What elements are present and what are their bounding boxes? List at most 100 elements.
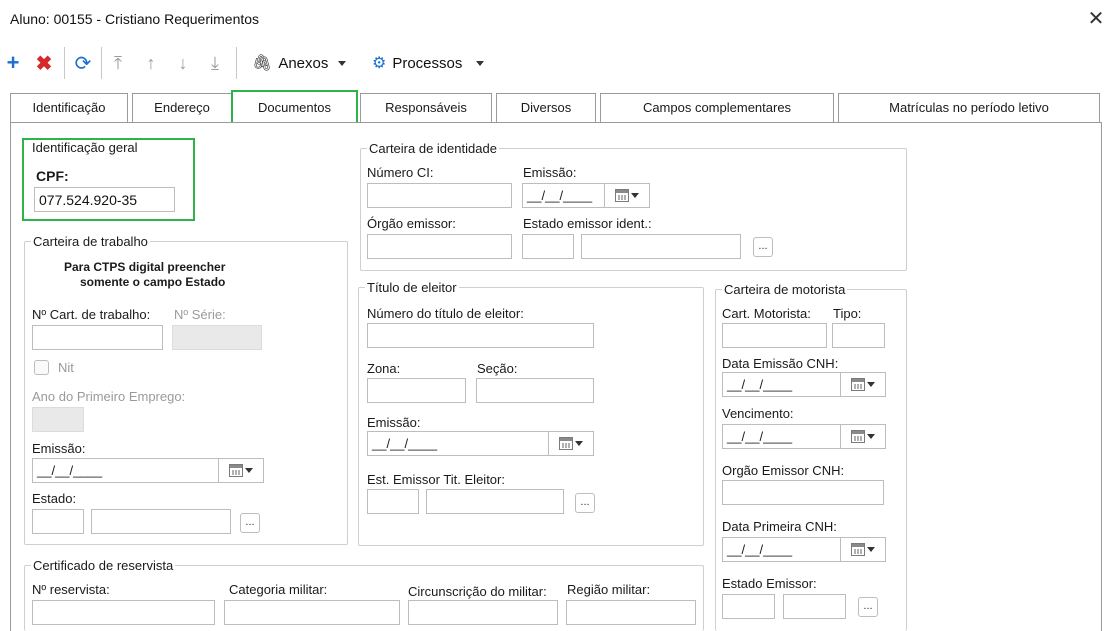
cnh-tipo-input[interactable]	[832, 323, 885, 348]
secao-label: Seção:	[477, 361, 518, 376]
titulo-emissao-value[interactable]: __/__/____	[367, 431, 548, 456]
calendar-button[interactable]	[840, 372, 886, 397]
zona-input[interactable]	[367, 378, 466, 403]
ctps-estado-name-input[interactable]	[91, 509, 231, 534]
gear-icon: ⚙	[372, 55, 387, 72]
titulo-emissao-label: Emissão:	[367, 415, 421, 430]
calendar-icon	[229, 464, 243, 477]
calendar-button[interactable]	[604, 183, 650, 208]
cnh-data-emissao-value[interactable]: __/__/____	[722, 372, 840, 397]
ci-estado-input[interactable]	[522, 234, 574, 259]
ctps-emissao-date[interactable]: __/__/____	[32, 458, 264, 483]
close-icon[interactable]: ✕	[1084, 6, 1108, 32]
carteira-identidade-legend: Carteira de identidade	[369, 141, 497, 156]
ctps-number-label: Nº Cart. de trabalho:	[32, 307, 151, 322]
calendar-icon	[559, 437, 573, 450]
ci-estado-name-input[interactable]	[581, 234, 741, 259]
ci-emissao-value[interactable]: __/__/____	[522, 183, 604, 208]
tab-documentos[interactable]: Documentos	[231, 90, 358, 124]
ci-emissao-label: Emissão:	[523, 165, 577, 180]
titulo-numero-input[interactable]	[367, 323, 594, 348]
cnh-orgao-input[interactable]	[722, 480, 884, 505]
cnh-estado-label: Estado Emissor:	[722, 576, 817, 591]
paperclip-icon: 🖇	[252, 55, 273, 72]
calendar-icon	[851, 543, 865, 556]
tab-campos-complementares[interactable]: Campos complementares	[600, 93, 834, 123]
arrow-down-icon[interactable]: ↓	[172, 50, 194, 76]
cnh-primeira-value[interactable]: __/__/____	[722, 537, 840, 562]
regiao-militar-input[interactable]	[566, 600, 696, 625]
tab-matriculas[interactable]: Matrículas no período letivo	[838, 93, 1100, 123]
cnh-data-emissao-date[interactable]: __/__/____	[722, 372, 886, 397]
titulo-est-lookup-button[interactable]: ...	[575, 493, 595, 513]
chevron-down-icon	[867, 547, 875, 552]
chevron-down-icon	[631, 193, 639, 198]
tab-responsaveis[interactable]: Responsáveis	[360, 93, 492, 123]
cnh-data-emissao-label: Data Emissão CNH:	[722, 356, 839, 371]
titulo-est-name-input[interactable]	[426, 489, 564, 514]
arrow-up-icon[interactable]: ↑	[140, 50, 162, 76]
numero-ci-input[interactable]	[367, 183, 512, 208]
ctps-serie-input	[172, 325, 262, 350]
ctps-number-input[interactable]	[32, 325, 163, 350]
window-title: Aluno: 00155 - Cristiano Requerimentos	[10, 11, 260, 27]
cnh-vencimento-date[interactable]: __/__/____	[722, 424, 886, 449]
ano-primeiro-emprego-label: Ano do Primeiro Emprego:	[32, 389, 186, 404]
ctps-estado-input[interactable]	[32, 509, 84, 534]
cnh-estado-lookup-button[interactable]: ...	[858, 597, 878, 617]
numero-ci-label: Número CI:	[367, 165, 434, 180]
anexos-label: Anexos	[278, 54, 329, 72]
processos-label: Processos	[392, 54, 463, 72]
ci-estado-label: Estado emissor ident.:	[523, 216, 652, 231]
ctps-estado-label: Estado:	[32, 491, 77, 506]
calendar-icon	[851, 430, 865, 443]
categoria-militar-input[interactable]	[224, 600, 400, 625]
cart-motorista-input[interactable]	[722, 323, 827, 348]
cnh-estado-name-input[interactable]	[783, 594, 846, 619]
cnh-estado-input[interactable]	[722, 594, 775, 619]
secao-input[interactable]	[476, 378, 594, 403]
reservista-numero-input[interactable]	[32, 600, 215, 625]
reservista-numero-label: Nº reservista:	[32, 582, 110, 597]
carteira-motorista-legend: Carteira de motorista	[724, 282, 846, 297]
calendar-button[interactable]	[840, 537, 886, 562]
circunscricao-label: Circunscrição do militar:	[408, 584, 547, 599]
arrow-bottom-icon[interactable]: ⤓	[204, 50, 226, 76]
calendar-button[interactable]	[218, 458, 264, 483]
refresh-icon[interactable]: ⟳	[71, 50, 95, 76]
ci-orgao-input[interactable]	[367, 234, 512, 259]
ctps-estado-lookup-button[interactable]: ...	[240, 513, 260, 533]
tab-identificacao[interactable]: Identificação	[10, 93, 128, 123]
tab-diversos[interactable]: Diversos	[496, 93, 596, 123]
titulo-est-input[interactable]	[367, 489, 419, 514]
regiao-militar-label: Região militar:	[567, 582, 651, 597]
calendar-button[interactable]	[548, 431, 594, 456]
titulo-est-label: Est. Emissor Tit. Eleitor:	[367, 472, 505, 487]
arrow-top-icon[interactable]: ⤒	[107, 50, 129, 76]
calendar-button[interactable]	[840, 424, 886, 449]
cnh-vencimento-value[interactable]: __/__/____	[722, 424, 840, 449]
ci-estado-lookup-button[interactable]: ...	[753, 237, 773, 257]
cpf-label: CPF:	[36, 168, 69, 184]
tab-endereco[interactable]: Endereço	[132, 93, 232, 123]
titulo-emissao-date[interactable]: __/__/____	[367, 431, 594, 456]
ctps-note-line2: somente o campo Estado	[80, 275, 226, 289]
nit-checkbox[interactable]	[34, 360, 49, 375]
processos-menu[interactable]: ⚙ Processos	[372, 53, 485, 73]
chevron-down-icon	[575, 441, 583, 446]
nit-label: Nit	[58, 360, 74, 375]
plus-icon[interactable]: +	[2, 50, 24, 76]
ctps-emissao-label: Emissão:	[32, 441, 86, 456]
ci-emissao-date[interactable]: __/__/____	[522, 183, 650, 208]
toolbar-separator	[101, 47, 102, 79]
ctps-note-line1: Para CTPS digital preencher	[64, 260, 226, 274]
circunscricao-input[interactable]	[408, 600, 558, 625]
cnh-primeira-date[interactable]: __/__/____	[722, 537, 886, 562]
chevron-down-icon	[867, 382, 875, 387]
chevron-down-icon	[338, 60, 347, 66]
anexos-menu[interactable]: 🖇 Anexos	[252, 53, 347, 73]
ctps-emissao-value[interactable]: __/__/____	[32, 458, 218, 483]
cpf-input[interactable]	[34, 187, 175, 212]
x-icon[interactable]: ✖	[33, 50, 55, 76]
titulo-eleitor-legend: Título de eleitor	[367, 280, 457, 295]
